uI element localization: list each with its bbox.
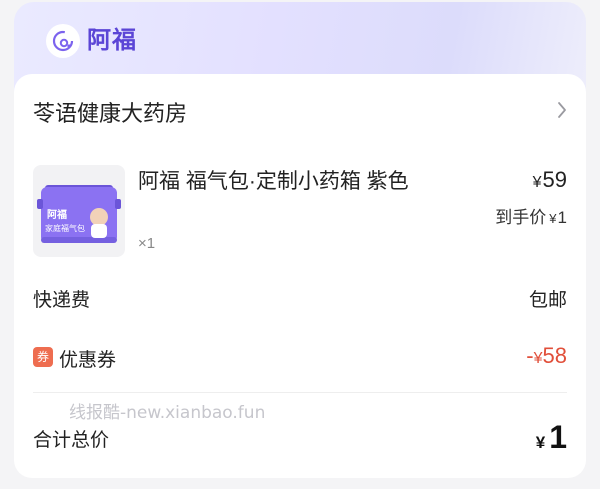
price-value: 59: [542, 167, 567, 192]
total-label: 合计总价: [33, 430, 110, 451]
total-value: ¥1: [536, 419, 567, 456]
discount-sign: -: [526, 343, 534, 368]
coupon-discount[interactable]: -¥58: [526, 343, 567, 369]
price-currency: ¥: [532, 174, 542, 191]
coupon-label[interactable]: 优惠券: [59, 345, 116, 372]
coupon-icon: 券: [33, 347, 53, 367]
afu-logo-icon: [46, 24, 80, 58]
total-currency: ¥: [535, 433, 546, 452]
final-price: 到手价 ¥1: [495, 203, 567, 228]
final-price-label: 到手价: [495, 208, 547, 227]
final-price-value: 1: [557, 208, 567, 227]
chevron-right-icon: [556, 100, 568, 125]
divider: [33, 392, 567, 393]
product-title[interactable]: 阿福 福气包·定制小药箱 紫色: [138, 166, 423, 198]
brand-name: 阿福: [87, 27, 137, 54]
discount-value: 58: [542, 343, 567, 368]
box-label-line1: 阿福: [47, 208, 67, 221]
store-row[interactable]: 苓语健康大药房: [14, 74, 586, 146]
final-price-currency: ¥: [549, 211, 557, 226]
order-card: 苓语健康大药房 阿福 家庭福气包 阿福 福气包·定制小药箱 紫色 ×1 ¥59 …: [14, 74, 586, 478]
discount-currency: ¥: [533, 350, 543, 367]
shipping-label: 快递费: [33, 290, 91, 311]
store-name: 苓语健康大药房: [33, 101, 188, 126]
product-quantity: ×1: [138, 235, 156, 252]
box-label-line2: 家庭福气包: [45, 223, 85, 233]
shipping-value: 包邮: [528, 290, 567, 311]
total-amount: 1: [549, 419, 567, 455]
watermark: 线报酷-new.xianbao.fun: [69, 403, 266, 423]
product-price: ¥59: [533, 167, 567, 193]
product-image[interactable]: 阿福 家庭福气包: [33, 165, 125, 257]
